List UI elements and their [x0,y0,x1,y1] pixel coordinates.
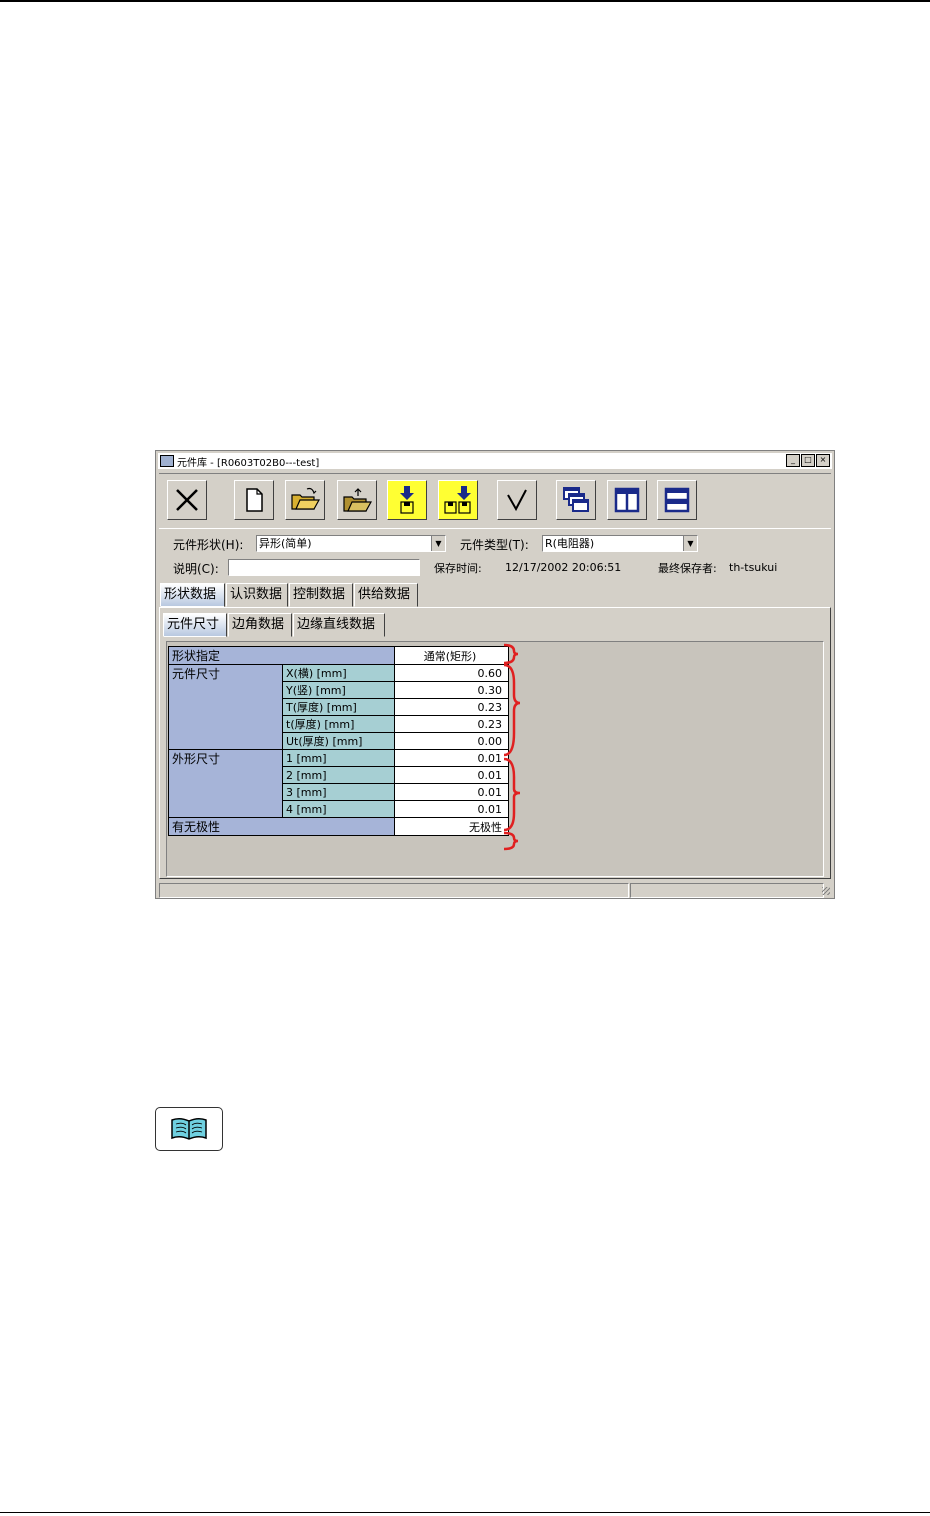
tile-vertical-icon [614,487,640,513]
dimension-value[interactable]: 0.23 [394,715,509,733]
shape-combo[interactable]: 异形(简单) ▼ [256,535,446,552]
status-bar [158,883,832,898]
cascade-icon [563,487,589,512]
last-saver-value: th-tsukui [729,561,778,574]
brace-polarity [503,831,519,851]
dimension-value[interactable]: 0.30 [394,681,509,699]
title-bar[interactable]: 元件库 - [R0603T02B0---test] _ □ × [158,453,832,469]
page-bottom-rule [0,1512,930,1513]
outline-label: 4 [mm] [282,800,395,818]
open-folder-alt-button[interactable] [337,480,377,520]
last-saver-label: 最终保存者: [658,562,717,575]
outline-value[interactable]: 0.01 [394,766,509,784]
close-library-button[interactable] [167,480,207,520]
folder-upload-icon [343,488,372,512]
close-window-button[interactable]: × [816,454,830,467]
outline-label: 1 [mm] [282,749,395,767]
status-pane-1 [159,883,629,898]
tab-supply-data[interactable]: 供给数据 [354,583,418,607]
window-title: 元件库 - [R0603T02B0---test] [177,457,320,469]
shape-value: 异形(简单) [259,537,312,550]
toolbar [159,473,831,529]
book-icon [171,1117,207,1140]
outline-label: 3 [mm] [282,783,395,801]
type-label: 元件类型(T): [460,538,529,552]
blank-document-icon [246,488,263,512]
dimension-label: Ut(厚度) [mm] [282,732,395,750]
page-top-rule [0,0,930,2]
resize-grip[interactable] [822,887,830,895]
subtab-edge-line-data[interactable]: 边缘直线数据 [293,613,385,637]
minimize-button[interactable]: _ [786,454,800,467]
tile-vertical-button[interactable] [607,480,647,520]
chevron-down-icon[interactable]: ▼ [683,536,697,551]
open-folder-icon [291,487,320,510]
app-icon [160,455,174,467]
tab-shape-data[interactable]: 形状数据 [160,583,225,607]
description-label: 说明(C): [173,562,219,576]
new-file-button[interactable] [234,480,274,520]
maximize-button[interactable]: □ [801,454,815,467]
open-folder-button[interactable] [285,480,325,520]
checkmark-icon [507,489,527,512]
subtab-component-size[interactable]: 元件尺寸 [163,613,227,637]
dimension-label: T(厚度) [mm] [282,698,395,716]
check-button[interactable] [497,480,537,520]
outline-value[interactable]: 0.01 [394,783,509,801]
save-download-icon [400,486,414,514]
polarity-value[interactable]: 无极性 [394,817,509,836]
tile-horizontal-icon [664,487,690,513]
subtab-corner-data[interactable]: 边角数据 [228,613,292,637]
component-library-window: 元件库 - [R0603T02B0---test] _ □ × 元件形状(H):… [155,450,835,899]
description-input[interactable] [228,559,420,576]
saved-time-value: 12/17/2002 20:06:51 [505,561,622,574]
shape-spec-label: 形状指定 [168,646,395,665]
outline-value[interactable]: 0.01 [394,749,509,767]
dimension-label: t(厚度) [mm] [282,715,395,733]
brace-component-size [503,663,521,757]
polarity-label: 有无极性 [168,817,395,836]
dimension-value[interactable]: 0.23 [394,698,509,716]
dimension-value[interactable]: 0.60 [394,664,509,682]
status-pane-2 [630,883,824,898]
component-size-grid: 形状指定 通常(矩形) 元件尺寸 X(横) [mm] 0.60 Y(竖) [mm… [168,646,509,836]
tile-horizontal-button[interactable] [657,480,697,520]
annotation-braces [503,643,521,851]
saved-time-label: 保存时间: [434,562,482,575]
tab-control-data[interactable]: 控制数据 [289,583,353,607]
tab-recognition-data[interactable]: 认识数据 [226,583,288,607]
outline-value[interactable]: 0.01 [394,800,509,818]
outline-size-label: 外形尺寸 [168,749,283,818]
save-all-button[interactable] [438,480,478,520]
dimension-value[interactable]: 0.00 [394,732,509,750]
reference-book-badge [155,1107,223,1151]
x-icon [176,489,198,511]
shape-label: 元件形状(H): [173,538,244,552]
save-all-icon [444,486,471,514]
chevron-down-icon[interactable]: ▼ [431,536,445,551]
component-size-label: 元件尺寸 [168,664,283,750]
dimension-label: Y(竖) [mm] [282,681,395,699]
cascade-windows-button[interactable] [556,480,596,520]
save-button[interactable] [387,480,427,520]
outline-label: 2 [mm] [282,766,395,784]
brace-shape-spec [503,643,519,665]
brace-outline-size [503,757,521,832]
type-combo[interactable]: R(电阻器) ▼ [542,535,698,552]
type-value: R(电阻器) [545,537,595,550]
dimension-label: X(横) [mm] [282,664,395,682]
shape-spec-value[interactable]: 通常(矩形) [394,646,509,665]
